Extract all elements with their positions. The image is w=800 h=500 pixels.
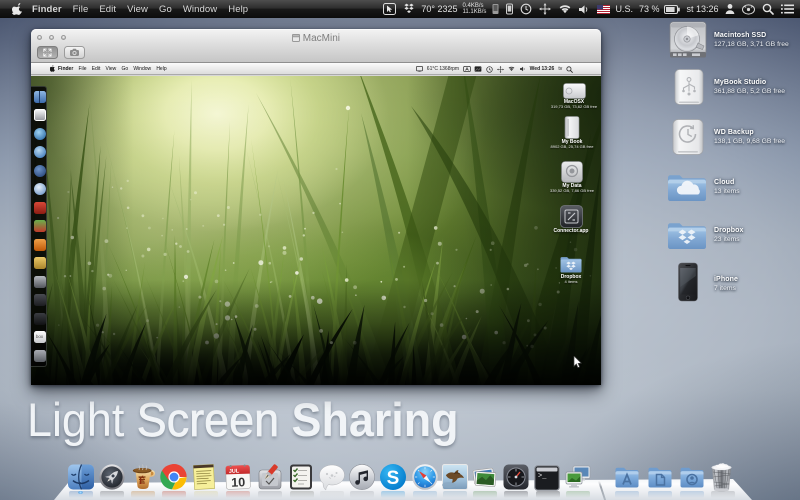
- svg-text:JUL: JUL: [229, 468, 240, 474]
- svg-text:10: 10: [231, 475, 245, 489]
- svg-text:>_: >_: [538, 473, 547, 481]
- svg-text:S: S: [387, 468, 400, 489]
- svg-text:É: É: [139, 476, 145, 486]
